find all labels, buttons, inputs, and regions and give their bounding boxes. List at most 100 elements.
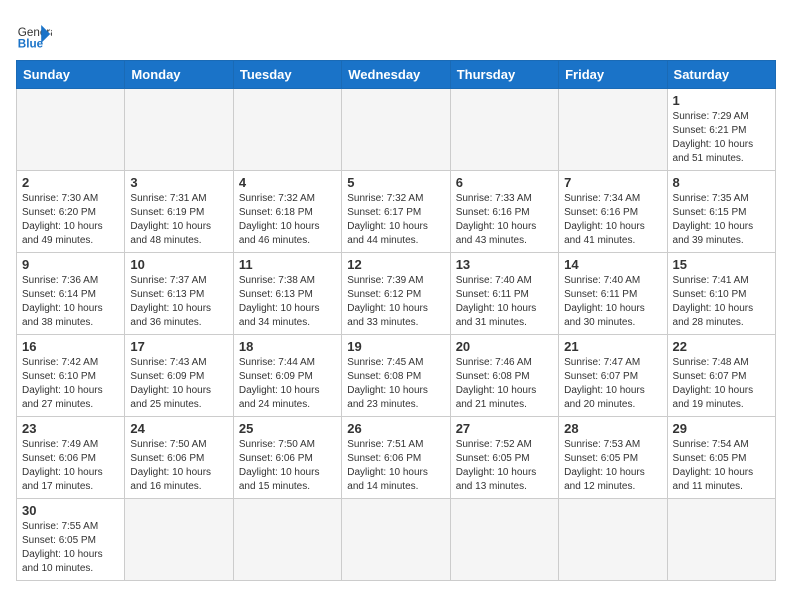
calendar-day-cell: 4 Sunrise: 7:32 AM Sunset: 6:18 PM Daylig…	[233, 171, 341, 253]
day-number: 20	[456, 339, 553, 354]
calendar-day-cell: 7 Sunrise: 7:34 AM Sunset: 6:16 PM Daylig…	[559, 171, 667, 253]
calendar-day-cell: 5 Sunrise: 7:32 AM Sunset: 6:17 PM Daylig…	[342, 171, 450, 253]
day-number: 3	[130, 175, 227, 190]
calendar-day-cell: 16Sunrise: 7:42 AM Sunset: 6:10 PM Dayli…	[17, 335, 125, 417]
day-info: Sunrise: 7:50 AM Sunset: 6:06 PM Dayligh…	[239, 438, 336, 494]
calendar-day-cell: 3 Sunrise: 7:31 AM Sunset: 6:19 PM Daylig…	[125, 171, 233, 253]
day-info: Sunrise: 7:50 AM Sunset: 6:06 PM Dayligh…	[130, 438, 227, 494]
day-info: Sunrise: 7:30 AM Sunset: 6:20 PM Dayligh…	[22, 192, 119, 248]
day-number: 18	[239, 339, 336, 354]
day-number: 5	[347, 175, 444, 190]
day-info: Sunrise: 7:40 AM Sunset: 6:11 PM Dayligh…	[564, 274, 661, 330]
calendar-day-cell: 14 Sunrise: 7:40 AM Sunset: 6:11 PM Dayli…	[559, 253, 667, 335]
calendar-day-cell: 13 Sunrise: 7:40 AM Sunset: 6:11 PM Dayli…	[450, 253, 558, 335]
calendar-day-cell: 19 Sunrise: 7:45 AM Sunset: 6:08 PM Dayli…	[342, 335, 450, 417]
logo: General Blue	[16, 16, 52, 52]
day-info: Sunrise: 7:32 AM Sunset: 6:17 PM Dayligh…	[347, 192, 444, 248]
day-info: Sunrise: 7:42 AM Sunset: 6:10 PM Dayligh…	[22, 356, 119, 412]
day-info: Sunrise: 7:35 AM Sunset: 6:15 PM Dayligh…	[673, 192, 770, 248]
day-info: Sunrise: 7:29 AM Sunset: 6:21 PM Dayligh…	[673, 110, 770, 166]
day-number: 14	[564, 257, 661, 272]
day-number: 29	[673, 421, 770, 436]
day-number: 15	[673, 257, 770, 272]
day-info: Sunrise: 7:36 AM Sunset: 6:14 PM Dayligh…	[22, 274, 119, 330]
weekday-header-wednesday: Wednesday	[342, 61, 450, 89]
weekday-header-saturday: Saturday	[667, 61, 775, 89]
day-info: Sunrise: 7:33 AM Sunset: 6:16 PM Dayligh…	[456, 192, 553, 248]
calendar-week-row: 23Sunrise: 7:49 AM Sunset: 6:06 PM Dayli…	[17, 417, 776, 499]
calendar-day-cell	[450, 89, 558, 171]
day-info: Sunrise: 7:53 AM Sunset: 6:05 PM Dayligh…	[564, 438, 661, 494]
weekday-header-monday: Monday	[125, 61, 233, 89]
calendar-day-cell: 11Sunrise: 7:38 AM Sunset: 6:13 PM Dayli…	[233, 253, 341, 335]
calendar-day-cell: 15 Sunrise: 7:41 AM Sunset: 6:10 PM Dayli…	[667, 253, 775, 335]
day-info: Sunrise: 7:51 AM Sunset: 6:06 PM Dayligh…	[347, 438, 444, 494]
day-info: Sunrise: 7:43 AM Sunset: 6:09 PM Dayligh…	[130, 356, 227, 412]
day-number: 12	[347, 257, 444, 272]
calendar-week-row: 30 Sunrise: 7:55 AM Sunset: 6:05 PM Dayli…	[17, 499, 776, 581]
calendar-week-row: 1 Sunrise: 7:29 AM Sunset: 6:21 PM Daylig…	[17, 89, 776, 171]
calendar-day-cell	[342, 89, 450, 171]
day-info: Sunrise: 7:44 AM Sunset: 6:09 PM Dayligh…	[239, 356, 336, 412]
day-number: 1	[673, 93, 770, 108]
day-number: 4	[239, 175, 336, 190]
day-number: 2	[22, 175, 119, 190]
calendar-day-cell	[125, 89, 233, 171]
day-info: Sunrise: 7:32 AM Sunset: 6:18 PM Dayligh…	[239, 192, 336, 248]
logo-icon: General Blue	[16, 16, 52, 52]
calendar-day-cell	[342, 499, 450, 581]
calendar-day-cell: 27Sunrise: 7:52 AM Sunset: 6:05 PM Dayli…	[450, 417, 558, 499]
day-number: 24	[130, 421, 227, 436]
day-info: Sunrise: 7:47 AM Sunset: 6:07 PM Dayligh…	[564, 356, 661, 412]
day-number: 30	[22, 503, 119, 518]
day-number: 27	[456, 421, 553, 436]
day-number: 10	[130, 257, 227, 272]
calendar-day-cell: 10 Sunrise: 7:37 AM Sunset: 6:13 PM Dayli…	[125, 253, 233, 335]
calendar-day-cell	[450, 499, 558, 581]
calendar-day-cell: 23Sunrise: 7:49 AM Sunset: 6:06 PM Dayli…	[17, 417, 125, 499]
calendar-day-cell: 1 Sunrise: 7:29 AM Sunset: 6:21 PM Daylig…	[667, 89, 775, 171]
day-info: Sunrise: 7:41 AM Sunset: 6:10 PM Dayligh…	[673, 274, 770, 330]
day-info: Sunrise: 7:37 AM Sunset: 6:13 PM Dayligh…	[130, 274, 227, 330]
day-info: Sunrise: 7:49 AM Sunset: 6:06 PM Dayligh…	[22, 438, 119, 494]
weekday-header-row: SundayMondayTuesdayWednesdayThursdayFrid…	[17, 61, 776, 89]
day-number: 6	[456, 175, 553, 190]
calendar-day-cell	[233, 499, 341, 581]
day-number: 19	[347, 339, 444, 354]
day-info: Sunrise: 7:48 AM Sunset: 6:07 PM Dayligh…	[673, 356, 770, 412]
day-number: 9	[22, 257, 119, 272]
calendar-day-cell: 29 Sunrise: 7:54 AM Sunset: 6:05 PM Dayli…	[667, 417, 775, 499]
day-number: 28	[564, 421, 661, 436]
calendar-day-cell	[125, 499, 233, 581]
day-info: Sunrise: 7:39 AM Sunset: 6:12 PM Dayligh…	[347, 274, 444, 330]
day-info: Sunrise: 7:55 AM Sunset: 6:05 PM Dayligh…	[22, 520, 119, 576]
day-info: Sunrise: 7:40 AM Sunset: 6:11 PM Dayligh…	[456, 274, 553, 330]
calendar-day-cell: 24 Sunrise: 7:50 AM Sunset: 6:06 PM Dayli…	[125, 417, 233, 499]
calendar-day-cell	[17, 89, 125, 171]
calendar-day-cell: 25Sunrise: 7:50 AM Sunset: 6:06 PM Dayli…	[233, 417, 341, 499]
svg-text:Blue: Blue	[18, 38, 44, 51]
calendar-day-cell: 2 Sunrise: 7:30 AM Sunset: 6:20 PM Daylig…	[17, 171, 125, 253]
calendar-day-cell	[559, 89, 667, 171]
day-number: 11	[239, 257, 336, 272]
calendar-day-cell: 30 Sunrise: 7:55 AM Sunset: 6:05 PM Dayli…	[17, 499, 125, 581]
day-info: Sunrise: 7:54 AM Sunset: 6:05 PM Dayligh…	[673, 438, 770, 494]
calendar-day-cell: 22 Sunrise: 7:48 AM Sunset: 6:07 PM Dayli…	[667, 335, 775, 417]
calendar-day-cell: 17 Sunrise: 7:43 AM Sunset: 6:09 PM Dayli…	[125, 335, 233, 417]
calendar-day-cell	[667, 499, 775, 581]
calendar-day-cell	[559, 499, 667, 581]
weekday-header-tuesday: Tuesday	[233, 61, 341, 89]
day-number: 21	[564, 339, 661, 354]
day-info: Sunrise: 7:34 AM Sunset: 6:16 PM Dayligh…	[564, 192, 661, 248]
calendar-day-cell: 9 Sunrise: 7:36 AM Sunset: 6:14 PM Daylig…	[17, 253, 125, 335]
day-info: Sunrise: 7:31 AM Sunset: 6:19 PM Dayligh…	[130, 192, 227, 248]
day-number: 13	[456, 257, 553, 272]
page-header: General Blue	[16, 16, 776, 52]
calendar-day-cell: 20Sunrise: 7:46 AM Sunset: 6:08 PM Dayli…	[450, 335, 558, 417]
day-number: 26	[347, 421, 444, 436]
day-number: 7	[564, 175, 661, 190]
calendar-week-row: 16Sunrise: 7:42 AM Sunset: 6:10 PM Dayli…	[17, 335, 776, 417]
day-number: 22	[673, 339, 770, 354]
day-info: Sunrise: 7:45 AM Sunset: 6:08 PM Dayligh…	[347, 356, 444, 412]
day-number: 17	[130, 339, 227, 354]
